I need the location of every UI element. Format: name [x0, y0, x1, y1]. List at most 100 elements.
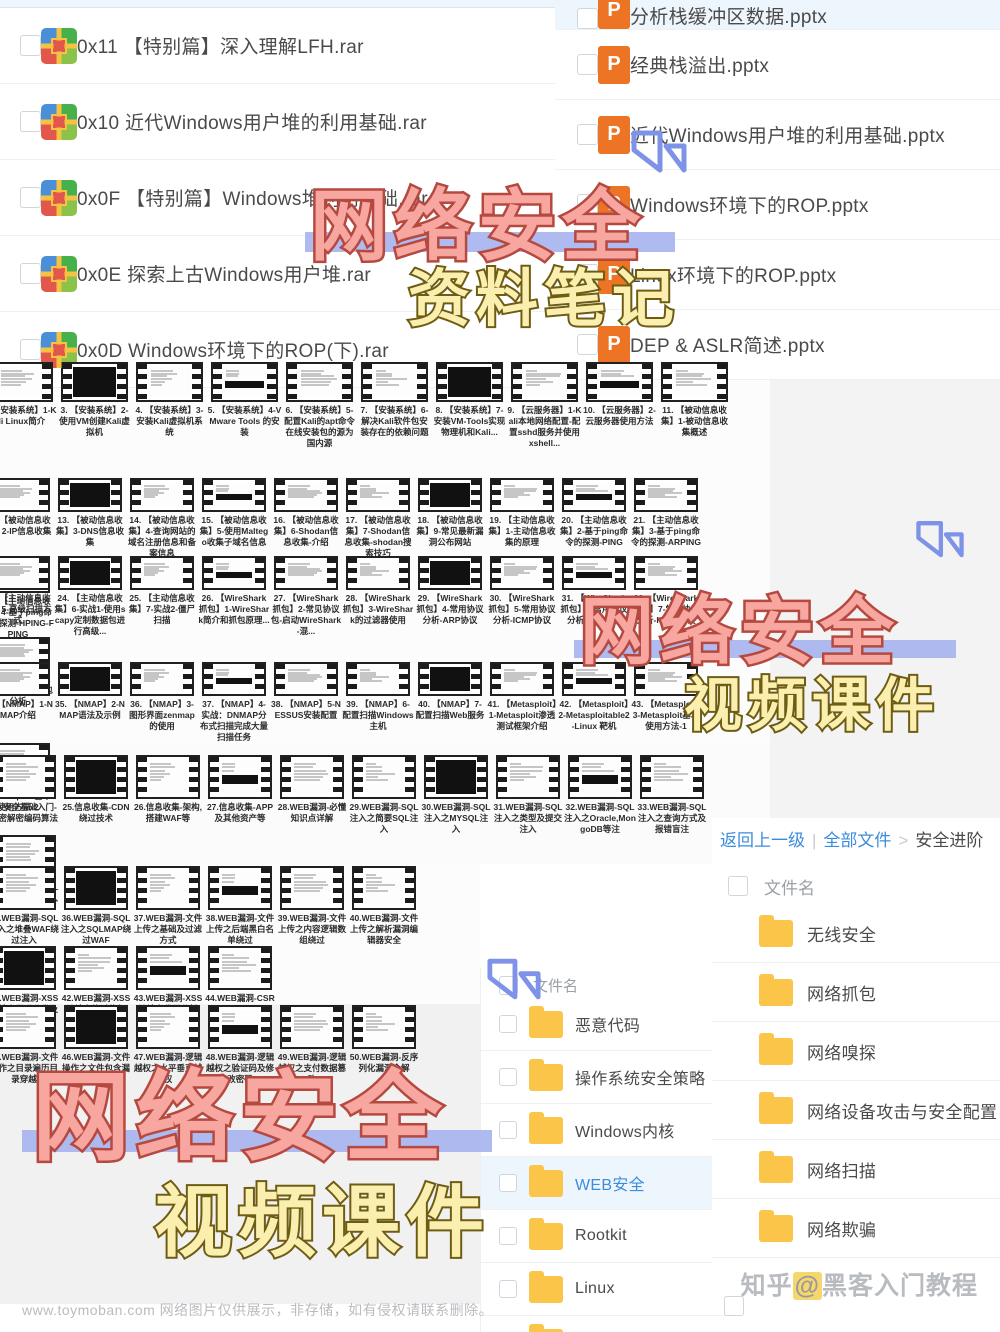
table-row[interactable]: P 近代Windows用户堆的利用基础.pptx: [555, 100, 1000, 170]
video-thumbnail-item[interactable]: 7. 【安装系统】6-解决Kali软件包安装存在的依赖问题: [357, 362, 432, 449]
table-row[interactable]: 0x0F 【特别篇】Windows堆利用基础.rar: [0, 160, 555, 236]
video-thumbnail-item[interactable]: 14. 【被动信息收集】4-查询网站的域名注册信息和备案信息: [126, 478, 198, 559]
list-item[interactable]: 网络扫描: [712, 1140, 1000, 1199]
row-checkbox[interactable]: [577, 54, 598, 75]
video-thumbnail-item[interactable]: 45.WEB漏洞-文件操作之目录遍历目录穿越: [0, 1005, 60, 1085]
list-item[interactable]: 无线安全: [712, 904, 1000, 963]
video-thumbnail-item[interactable]: 28. 【WireShark抓包】3-WireShark的过滤器使用: [342, 556, 414, 637]
video-thumbnail-item[interactable]: 2. 【安装系统】1-Kali Linux简介: [0, 362, 57, 449]
row-checkbox[interactable]: [20, 263, 41, 284]
list-item[interactable]: 网络抓包: [712, 963, 1000, 1022]
video-thumbnail-item[interactable]: 34. 【NMAP】1-NMAP介绍: [0, 662, 54, 743]
video-thumbnail-item[interactable]: 39.WEB漏洞-文件上传之内容逻辑数组绕过: [276, 866, 348, 946]
row-checkbox[interactable]: [577, 194, 598, 215]
video-thumbnail-item[interactable]: 19. 【主动信息收集】1-主动信息收集的原理: [486, 478, 558, 559]
video-thumbnail-item[interactable]: 49.WEB漏洞-逻辑越权之支付数据篡改: [276, 1005, 348, 1085]
video-thumbnail-item[interactable]: 32. 【WireShark抓包】7-常用协议分析-HTTP协议: [630, 556, 702, 637]
video-thumbnail-item[interactable]: 31.WEB漏洞-SQL注入之类型及提交注入: [492, 755, 564, 835]
video-thumbnail-item[interactable]: 29.WEB漏洞-SQL注入之简要SQL注入: [348, 755, 420, 835]
video-thumbnail-item[interactable]: 46.WEB漏洞-文件操作之文件包含漏洞全解: [60, 1005, 132, 1085]
video-thumbnail-item[interactable]: 40. 【NMAP】7-配置扫描Web服务: [414, 662, 486, 743]
video-thumbnail-item[interactable]: 38.WEB漏洞-文件上传之后端黑白名单绕过: [204, 866, 276, 946]
row-checkbox[interactable]: [499, 1227, 517, 1245]
video-thumbnail-item[interactable]: 36.WEB漏洞-SQL注入之SQLMAP绕过WAF: [60, 866, 132, 946]
video-thumbnail-item[interactable]: 9. 【云服务器】1-Kali本地网络配置-配置sshd服务并使用xshell.…: [507, 362, 582, 449]
table-row[interactable]: 0x0E 探索上古Windows用户堆.rar: [0, 236, 555, 312]
video-thumbnail-item[interactable]: 47.WEB漏洞-逻辑越权之水平垂直越权: [132, 1005, 204, 1085]
video-thumbnail-item[interactable]: 20. 【主动信息收集】2-基于ping命令的探测-PING: [558, 478, 630, 559]
list-item[interactable]: 网络欺骗: [712, 1199, 1000, 1258]
video-thumbnail-item[interactable]: 24.安全基础入门-加密解密编码算法: [0, 755, 60, 835]
video-thumbnail-item[interactable]: 33.WEB漏洞-SQL注入之查询方式及报错盲注: [636, 755, 708, 835]
video-thumbnail-item[interactable]: 37. 【NMAP】4-实战：DNMAP分布式扫描完成大量扫描任务: [198, 662, 270, 743]
video-thumbnail-item[interactable]: 28.WEB漏洞-必懂知识点详解: [276, 755, 348, 835]
video-thumbnail-item[interactable]: 23. 【主动信息收集】5-高级扫描方式: [0, 556, 54, 637]
video-thumbnail-item[interactable]: 39. 【NMAP】6-配置扫描Windows主机: [342, 662, 414, 743]
table-row[interactable]: 0x11 【特别篇】深入理解LFH.rar: [0, 8, 555, 84]
video-thumbnail-item[interactable]: 42. 【Metasploit】2-Metasploitable2-Linux …: [558, 662, 630, 743]
video-thumbnail-item[interactable]: 35.WEB漏洞-SQL注入之堆叠WAF绕过注入: [0, 866, 60, 946]
row-checkbox[interactable]: [499, 1121, 517, 1139]
list-item[interactable]: Linux: [481, 1263, 741, 1316]
row-checkbox[interactable]: [20, 187, 41, 208]
video-thumbnail-item[interactable]: 26. 【WireShark抓包】1-WireShark简介和抓包原理...: [198, 556, 270, 637]
list-item[interactable]: 操作系统安全策略: [481, 1051, 741, 1104]
video-thumbnail-item[interactable]: 29. 【WireShark抓包】4-常用协议分析-ARP协议: [414, 556, 486, 637]
row-checkbox[interactable]: [499, 1280, 517, 1298]
table-row[interactable]: P 经典栈溢出.pptx: [555, 30, 1000, 100]
table-row[interactable]: P Linux环境下的ROP.pptx: [555, 240, 1000, 310]
video-thumbnail-item[interactable]: 24. 【主动信息收集】6-实战1-使用scapy定制数据包进行高级...: [54, 556, 126, 637]
row-checkbox[interactable]: [577, 264, 598, 285]
list-item[interactable]: Dos Unix Linux命令: [481, 1316, 741, 1332]
row-checkbox[interactable]: [577, 8, 598, 29]
video-thumbnail-item[interactable]: 17. 【被动信息收集】7-Shodan信息收集-shodan搜索技巧: [342, 478, 414, 559]
video-thumbnail-item[interactable]: 36. 【NMAP】3-图形界面zenmap的使用: [126, 662, 198, 743]
list-item[interactable]: 恶意代码: [481, 998, 741, 1051]
breadcrumb-back-link[interactable]: 返回上一级: [720, 831, 805, 850]
breadcrumb-root-link[interactable]: 全部文件: [823, 831, 891, 850]
video-thumbnail-item[interactable]: 4. 【安装系统】3-安装Kali虚拟机系统: [132, 362, 207, 449]
video-thumbnail-item[interactable]: 43. 【Metasploit】3-Metasploit基本使用方法-1: [630, 662, 702, 743]
video-thumbnail-item[interactable]: 32.WEB漏洞-SQL注入之Oracle,MongoDB等注: [564, 755, 636, 835]
row-checkbox[interactable]: [499, 1174, 517, 1192]
video-thumbnail-item[interactable]: 27.信息收集-APP及其他资产等: [204, 755, 276, 835]
video-thumbnail-item[interactable]: 16. 【被动信息收集】6-Shodan信息收集-介绍: [270, 478, 342, 559]
list-item[interactable]: Rootkit: [481, 1210, 741, 1263]
video-thumbnail-item[interactable]: 48.WEB漏洞-逻辑越权之验证码及修改密码: [204, 1005, 276, 1085]
stray-checkbox[interactable]: [724, 1296, 744, 1316]
video-thumbnail-item[interactable]: 37.WEB漏洞-文件上传之基础及过滤方式: [132, 866, 204, 946]
video-thumbnail-item[interactable]: 25.信息收集-CDN绕过技术: [60, 755, 132, 835]
video-thumbnail-item[interactable]: 5. 【安装系统】4-VMware Tools 的安装: [207, 362, 282, 449]
video-thumbnail-item[interactable]: 38. 【NMAP】5-NESSUS安装配置: [270, 662, 342, 743]
table-row[interactable]: 0x10 近代Windows用户堆的利用基础.rar: [0, 84, 555, 160]
row-checkbox[interactable]: [20, 111, 41, 132]
video-thumbnail-item[interactable]: 6. 【安装系统】5-配置Kali的apt命令在线安装包的源为国内源: [282, 362, 357, 449]
video-thumbnail-item[interactable]: 40.WEB漏洞-文件上传之解析漏洞编辑器安全: [348, 866, 420, 946]
row-checkbox[interactable]: [499, 1015, 517, 1033]
video-thumbnail-item[interactable]: 12. 【被动信息收集】2-IP信息收集: [0, 478, 54, 559]
video-thumbnail-item[interactable]: 11. 【被动信息收集】1-被动信息收集概述: [657, 362, 732, 449]
list-item[interactable]: WEB安全: [481, 1157, 741, 1210]
row-checkbox[interactable]: [577, 334, 598, 355]
list-item[interactable]: Windows内核: [481, 1104, 741, 1157]
table-row[interactable]: P 分析栈缓冲区数据.pptx: [555, 0, 1000, 30]
row-checkbox[interactable]: [20, 35, 41, 56]
video-thumbnail-item[interactable]: 25. 【主动信息收集】7-实战2-僵尸扫描: [126, 556, 198, 637]
list-item[interactable]: 网络嗅探: [712, 1022, 1000, 1081]
video-thumbnail-item[interactable]: 15. 【被动信息收集】5-使用Maltego收集子域名信息: [198, 478, 270, 559]
video-thumbnail-item[interactable]: 13. 【被动信息收集】3-DNS信息收集: [54, 478, 126, 559]
video-thumbnail-item[interactable]: 3. 【安装系统】2-使用VM创建Kali虚拟机: [57, 362, 132, 449]
right-select-all-checkbox[interactable]: [728, 876, 748, 896]
video-thumbnail-item[interactable]: 35. 【NMAP】2-NMAP语法及示例: [54, 662, 126, 743]
video-thumbnail-item[interactable]: 27. 【WireShark抓包】2-常见协议包-启动WireShark-混..…: [270, 556, 342, 637]
row-checkbox[interactable]: [499, 1068, 517, 1086]
video-thumbnail-item[interactable]: 41. 【Metasploit】1-Metasploit渗透测试框架介绍: [486, 662, 558, 743]
video-thumbnail-item[interactable]: 30.WEB漏洞-SQL注入之MYSQL注入: [420, 755, 492, 835]
video-thumbnail-item[interactable]: 26.信息收集-架构,搭建WAF等: [132, 755, 204, 835]
video-thumbnail-item[interactable]: 18. 【被动信息收集】9-常见最新漏洞公布网站: [414, 478, 486, 559]
video-thumbnail-item[interactable]: 30. 【WireShark抓包】5-常用协议分析-ICMP协议: [486, 556, 558, 637]
row-checkbox[interactable]: [20, 339, 41, 360]
video-thumbnail-item[interactable]: 10. 【云服务器】2-云服务器使用方法: [582, 362, 657, 449]
table-row[interactable]: P Windows环境下的ROP.pptx: [555, 170, 1000, 240]
list-item[interactable]: 网络设备攻击与安全配置: [712, 1081, 1000, 1140]
